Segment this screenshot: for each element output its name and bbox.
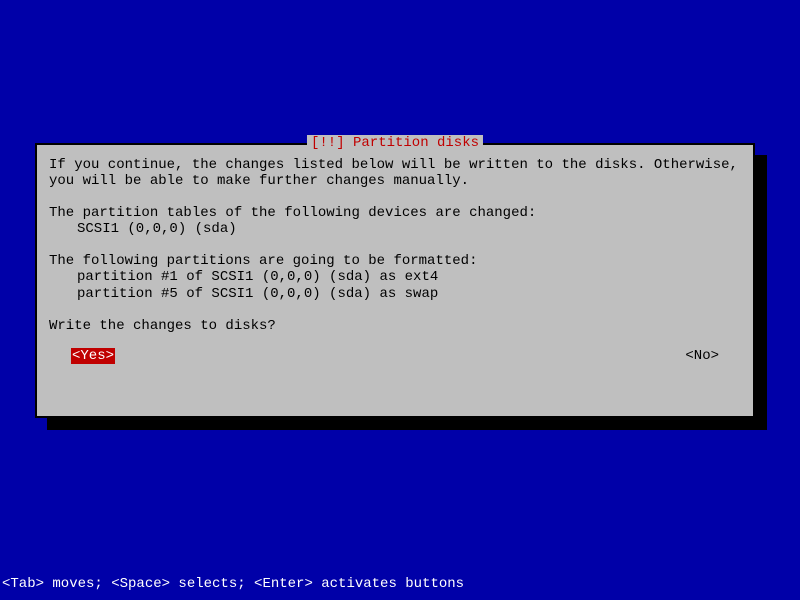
- no-button[interactable]: <No>: [685, 348, 719, 364]
- dialog-title-text: [!!] Partition disks: [311, 135, 479, 151]
- format-list-item: partition #5 of SCSI1 (0,0,0) (sda) as s…: [49, 286, 741, 302]
- spacer: [49, 334, 741, 346]
- footer-hint: <Tab> moves; <Space> selects; <Enter> ac…: [2, 576, 464, 592]
- partition-disks-dialog: [!!] Partition disks If you continue, th…: [35, 143, 755, 418]
- spacer: [49, 302, 741, 318]
- tables-section: The partition tables of the following de…: [49, 205, 741, 237]
- prompt-text: Write the changes to disks?: [49, 318, 741, 334]
- tables-heading: The partition tables of the following de…: [49, 205, 741, 221]
- tables-list-item: SCSI1 (0,0,0) (sda): [49, 221, 741, 237]
- yes-button[interactable]: <Yes>: [71, 348, 115, 364]
- format-list-item: partition #1 of SCSI1 (0,0,0) (sda) as e…: [49, 269, 741, 285]
- dialog-content: If you continue, the changes listed belo…: [49, 157, 741, 364]
- button-row: <Yes> <No>: [49, 348, 741, 364]
- format-section: The following partitions are going to be…: [49, 253, 741, 301]
- format-heading: The following partitions are going to be…: [49, 253, 741, 269]
- intro-text: If you continue, the changes listed belo…: [49, 157, 741, 189]
- dialog-title: [!!] Partition disks: [307, 135, 483, 151]
- spacer: [49, 237, 741, 253]
